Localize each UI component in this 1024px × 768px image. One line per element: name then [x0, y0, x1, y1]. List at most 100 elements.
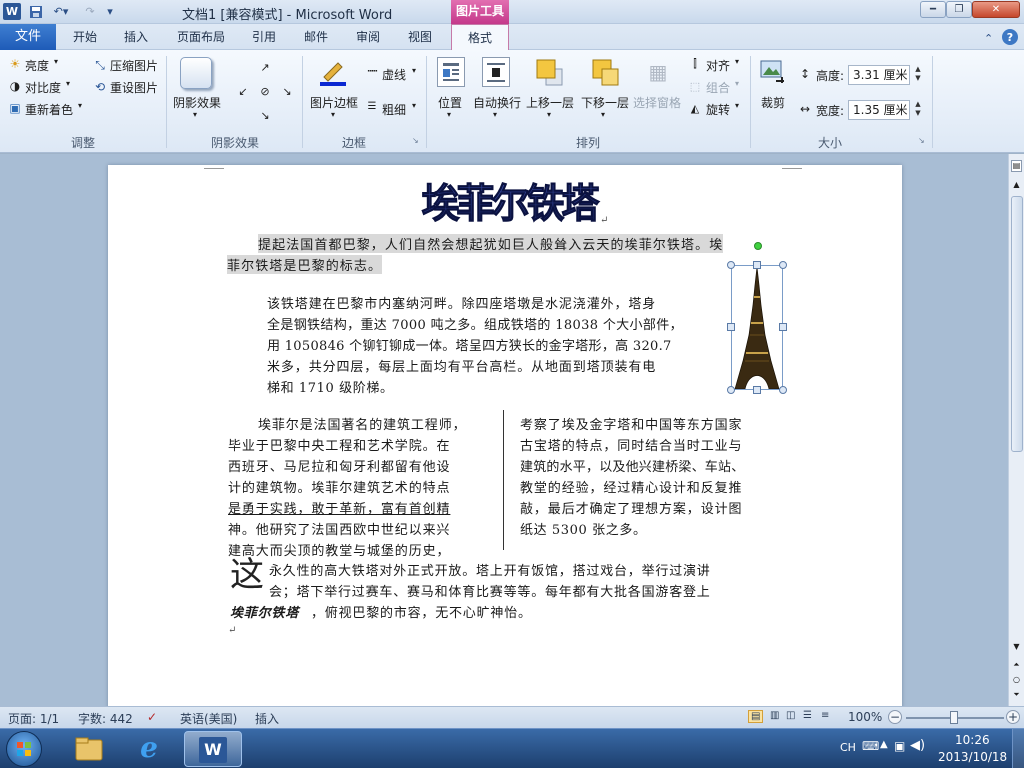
brightness-button[interactable]: 亮度	[25, 57, 49, 74]
rotation-handle[interactable]	[754, 242, 762, 250]
previous-page-icon[interactable]: ⏶	[1011, 660, 1022, 670]
undo-icon[interactable]: ↶▾	[50, 3, 72, 20]
redo-icon[interactable]: ↷	[82, 3, 98, 20]
volume-icon[interactable]: ◀)	[910, 738, 925, 753]
rotate-button[interactable]: 旋转	[706, 101, 730, 118]
wrap-text-icon[interactable]	[482, 57, 510, 87]
resize-handle[interactable]	[727, 386, 735, 394]
language[interactable]: 英语(美国)	[180, 710, 237, 727]
internet-explorer-taskbar-icon[interactable]: e	[126, 732, 172, 766]
outline-view-icon[interactable]: ☰	[803, 710, 812, 721]
help-icon[interactable]: ?	[1002, 29, 1018, 45]
close-button[interactable]: ✕	[972, 1, 1020, 18]
crop-button[interactable]: 裁剪	[761, 94, 785, 111]
weight-button[interactable]: 粗细	[382, 101, 406, 118]
document-page[interactable]: 埃菲尔铁塔 ↵ 提起法国首都巴黎，人们自然会想起犹如巨人般耸入云天的埃菲尔铁塔。…	[108, 165, 902, 706]
network-icon[interactable]: ▣	[894, 739, 905, 753]
browse-object-icon[interactable]: ○	[1011, 675, 1022, 684]
resize-handle[interactable]	[727, 323, 735, 331]
zoom-level[interactable]: 100%	[848, 710, 882, 724]
nudge-shadow-left-icon[interactable]: ↙	[236, 84, 250, 98]
column-1-line[interactable]: 计的建筑物。埃菲尔建筑艺术的特点	[228, 477, 450, 496]
word-taskbar-button[interactable]: W	[184, 731, 242, 767]
column-2-line[interactable]: 考察了埃及金字塔和中国等东方国家	[520, 414, 742, 433]
resize-handle[interactable]	[753, 386, 761, 394]
column-1-line[interactable]: 是勇于实践，敢于革新，富有首创精	[228, 498, 450, 517]
tab-home[interactable]: 开始	[62, 24, 108, 50]
draft-view-icon[interactable]: ≡	[821, 710, 829, 721]
maximize-button[interactable]: ❐	[946, 1, 972, 18]
group-button[interactable]: 组合	[706, 79, 730, 96]
ruler-toggle-icon[interactable]: ▤	[1011, 160, 1022, 172]
resize-handle[interactable]	[779, 261, 787, 269]
zoom-slider-thumb[interactable]	[950, 711, 958, 724]
page-count[interactable]: 页面: 1/1	[8, 710, 59, 727]
last-paragraph-line[interactable]: 永久性的高大铁塔对外正式开放。塔上开有饭馆，搭过戏台，举行过演讲	[269, 560, 711, 579]
dialog-launcher-icon[interactable]: ↘	[412, 136, 419, 145]
insert-mode[interactable]: 插入	[255, 710, 279, 727]
resize-handle[interactable]	[779, 386, 787, 394]
start-button[interactable]	[6, 731, 42, 767]
paragraph-2-line[interactable]: 该铁塔建在巴黎市内塞纳河畔。除四座塔墩是水泥浇灌外，塔身	[267, 293, 656, 312]
column-1-line[interactable]: 西班牙、马尼拉和匈牙利都留有他设	[228, 456, 450, 475]
tab-file[interactable]: 文件	[0, 24, 56, 50]
tab-insert[interactable]: 插入	[114, 24, 158, 50]
width-spinner[interactable]: ▲ ▼	[912, 100, 924, 120]
next-page-icon[interactable]: ⏷	[1011, 690, 1022, 700]
clock-date[interactable]: 2013/10/18	[938, 750, 1007, 764]
picture-border-icon[interactable]	[318, 57, 348, 87]
tab-mailings[interactable]: 邮件	[294, 24, 338, 50]
column-2-line[interactable]: 纸达 5300 张之多。	[520, 519, 647, 538]
tab-view[interactable]: 视图	[398, 24, 442, 50]
scroll-down-icon[interactable]: ▼	[1011, 642, 1022, 651]
resize-handle[interactable]	[779, 323, 787, 331]
selection-pane-button[interactable]: 选择窗格	[633, 94, 681, 111]
tab-page-layout[interactable]: 页面布局	[168, 24, 234, 50]
nudge-shadow-up-icon[interactable]: ↗	[258, 60, 272, 74]
paragraph-1-line-2[interactable]: 菲尔铁塔是巴黎的标志。	[227, 255, 383, 274]
width-input[interactable]: 1.35 厘米	[848, 100, 910, 120]
send-backward-icon[interactable]	[590, 57, 620, 87]
dialog-launcher-icon[interactable]: ↘	[918, 136, 925, 145]
paragraph-2-line[interactable]: 梯和 1710 级阶梯。	[267, 377, 394, 396]
contrast-button[interactable]: 对比度	[25, 79, 61, 96]
wordart-title[interactable]: 埃菲尔铁塔	[414, 173, 604, 229]
last-paragraph-bold[interactable]: 埃菲尔铁塔	[230, 602, 299, 621]
paragraph-2-line[interactable]: 全是钢铁结构，重达 7000 吨之多。组成铁塔的 18038 个大小部件，	[267, 314, 683, 333]
zoom-out-icon[interactable]: −	[888, 710, 902, 724]
tab-references[interactable]: 引用	[242, 24, 286, 50]
picture-border-button[interactable]: 图片边框	[310, 94, 358, 111]
bring-forward-icon[interactable]	[534, 57, 564, 87]
scroll-thumb[interactable]	[1011, 196, 1023, 452]
align-button[interactable]: 对齐	[706, 57, 730, 74]
show-desktop-button[interactable]	[1012, 729, 1024, 768]
customize-qat-icon[interactable]: ▾	[104, 3, 116, 20]
last-paragraph-line[interactable]: 会；塔下举行过赛车、赛马和体育比赛等等。每年都有大批各国游客登上	[269, 581, 711, 600]
clock-time[interactable]: 10:26	[955, 733, 990, 747]
shadow-effects-icon[interactable]	[180, 57, 212, 89]
reset-picture-button[interactable]: 重设图片	[110, 79, 158, 96]
ribbon-minimize-icon[interactable]: ⌃	[984, 30, 993, 47]
file-explorer-taskbar-icon[interactable]	[66, 732, 112, 766]
full-screen-reading-icon[interactable]: ▥	[770, 710, 779, 721]
height-spinner[interactable]: ▲ ▼	[912, 65, 924, 85]
scroll-up-icon[interactable]: ▲	[1011, 180, 1022, 189]
tab-format[interactable]: 格式	[451, 24, 509, 51]
resize-handle[interactable]	[753, 261, 761, 269]
compress-pictures-button[interactable]: 压缩图片	[110, 57, 158, 74]
paragraph-2-line[interactable]: 米多，共分四层，每层上面均有平台高栏。从地面到塔顶装有电	[267, 356, 656, 375]
column-2-line[interactable]: 教堂的经验，经过精心设计和反复推	[520, 477, 742, 496]
nudge-shadow-right-icon[interactable]: ↘	[280, 84, 294, 98]
column-1-line[interactable]: 神。他研究了法国西欧中世纪以来兴	[228, 519, 450, 538]
web-layout-icon[interactable]: ◫	[786, 710, 795, 721]
column-2-line[interactable]: 建筑的水平，以及他兴建桥梁、车站、	[520, 456, 744, 475]
vertical-scrollbar[interactable]: ▤ ▲ ▼ ⏶ ○ ⏷	[1008, 154, 1024, 706]
position-button[interactable]: 位置	[438, 94, 462, 111]
paragraph-2-line[interactable]: 用 1050846 个铆钉铆成一体。塔呈四方狭长的金字塔形，高 320.7	[267, 335, 672, 354]
wrap-text-button[interactable]: 自动换行	[473, 94, 521, 111]
zoom-in-icon[interactable]: +	[1006, 710, 1020, 724]
height-input[interactable]: 3.31 厘米	[848, 65, 910, 85]
minimize-button[interactable]: ━	[920, 1, 946, 18]
shadow-effects-button[interactable]: 阴影效果	[173, 94, 221, 111]
word-count[interactable]: 字数: 442	[78, 710, 133, 727]
